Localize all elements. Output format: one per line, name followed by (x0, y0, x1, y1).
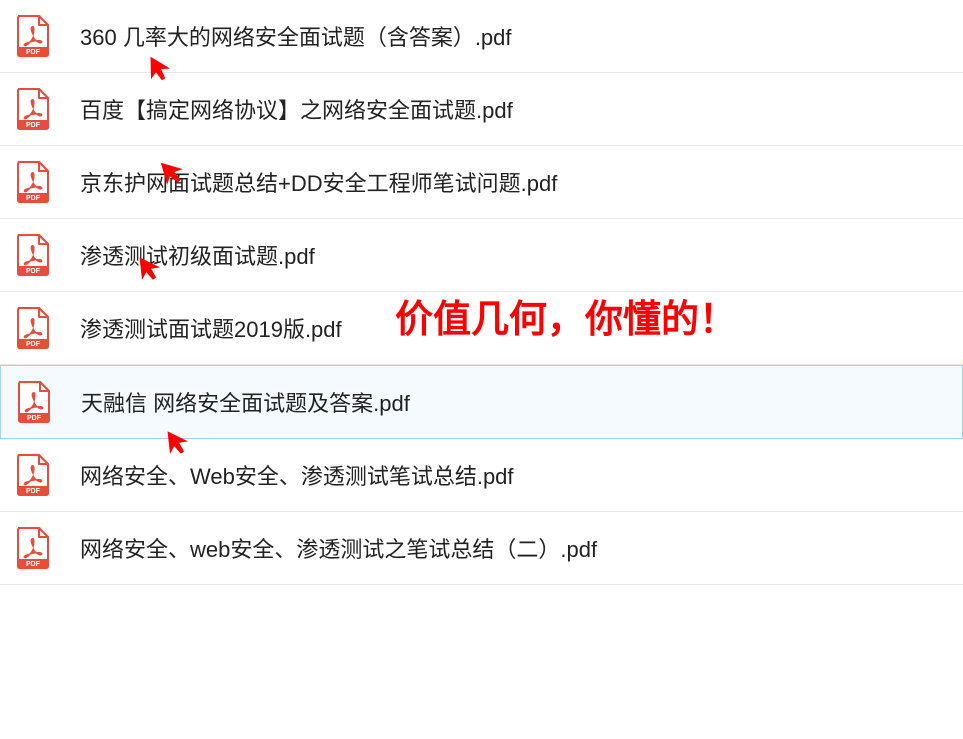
svg-text:PDF: PDF (26, 488, 41, 495)
file-item[interactable]: PDF 京东护网面试题总结+DD安全工程师笔试问题.pdf (0, 146, 963, 219)
pdf-icon: PDF (15, 307, 50, 349)
pdf-icon: PDF (15, 15, 50, 57)
pdf-icon: PDF (15, 88, 50, 130)
svg-text:PDF: PDF (26, 195, 41, 202)
file-name: 天融信 网络安全面试题及答案.pdf (81, 386, 410, 418)
pdf-icon: PDF (16, 381, 51, 423)
file-item[interactable]: PDF 网络安全、Web安全、渗透测试笔试总结.pdf (0, 439, 963, 512)
file-name: 网络安全、web安全、渗透测试之笔试总结（二）.pdf (80, 532, 597, 564)
file-list: PDF 360 几率大的网络安全面试题（含答案）.pdf PDF 百度【搞定网络… (0, 0, 963, 585)
file-name: 百度【搞定网络协议】之网络安全面试题.pdf (80, 93, 513, 125)
file-item[interactable]: PDF 网络安全、web安全、渗透测试之笔试总结（二）.pdf (0, 512, 963, 585)
file-name: 渗透测试面试题2019版.pdf (80, 312, 342, 344)
svg-text:PDF: PDF (27, 415, 42, 422)
svg-text:PDF: PDF (26, 341, 41, 348)
file-item[interactable]: PDF 360 几率大的网络安全面试题（含答案）.pdf (0, 0, 963, 73)
pdf-icon: PDF (15, 454, 50, 496)
pdf-icon: PDF (15, 527, 50, 569)
file-name: 网络安全、Web安全、渗透测试笔试总结.pdf (80, 459, 514, 491)
svg-text:PDF: PDF (26, 122, 41, 129)
pdf-icon: PDF (15, 234, 50, 276)
file-item[interactable]: PDF 渗透测试初级面试题.pdf (0, 219, 963, 292)
file-item[interactable]: PDF 天融信 网络安全面试题及答案.pdf (0, 365, 963, 439)
file-name: 渗透测试初级面试题.pdf (80, 239, 315, 271)
file-name: 京东护网面试题总结+DD安全工程师笔试问题.pdf (80, 166, 557, 198)
pdf-icon: PDF (15, 161, 50, 203)
file-item[interactable]: PDF 渗透测试面试题2019版.pdf (0, 292, 963, 365)
file-name: 360 几率大的网络安全面试题（含答案）.pdf (80, 20, 512, 52)
svg-text:PDF: PDF (26, 561, 41, 568)
file-item[interactable]: PDF 百度【搞定网络协议】之网络安全面试题.pdf (0, 73, 963, 146)
svg-text:PDF: PDF (26, 268, 41, 275)
svg-text:PDF: PDF (26, 49, 41, 56)
